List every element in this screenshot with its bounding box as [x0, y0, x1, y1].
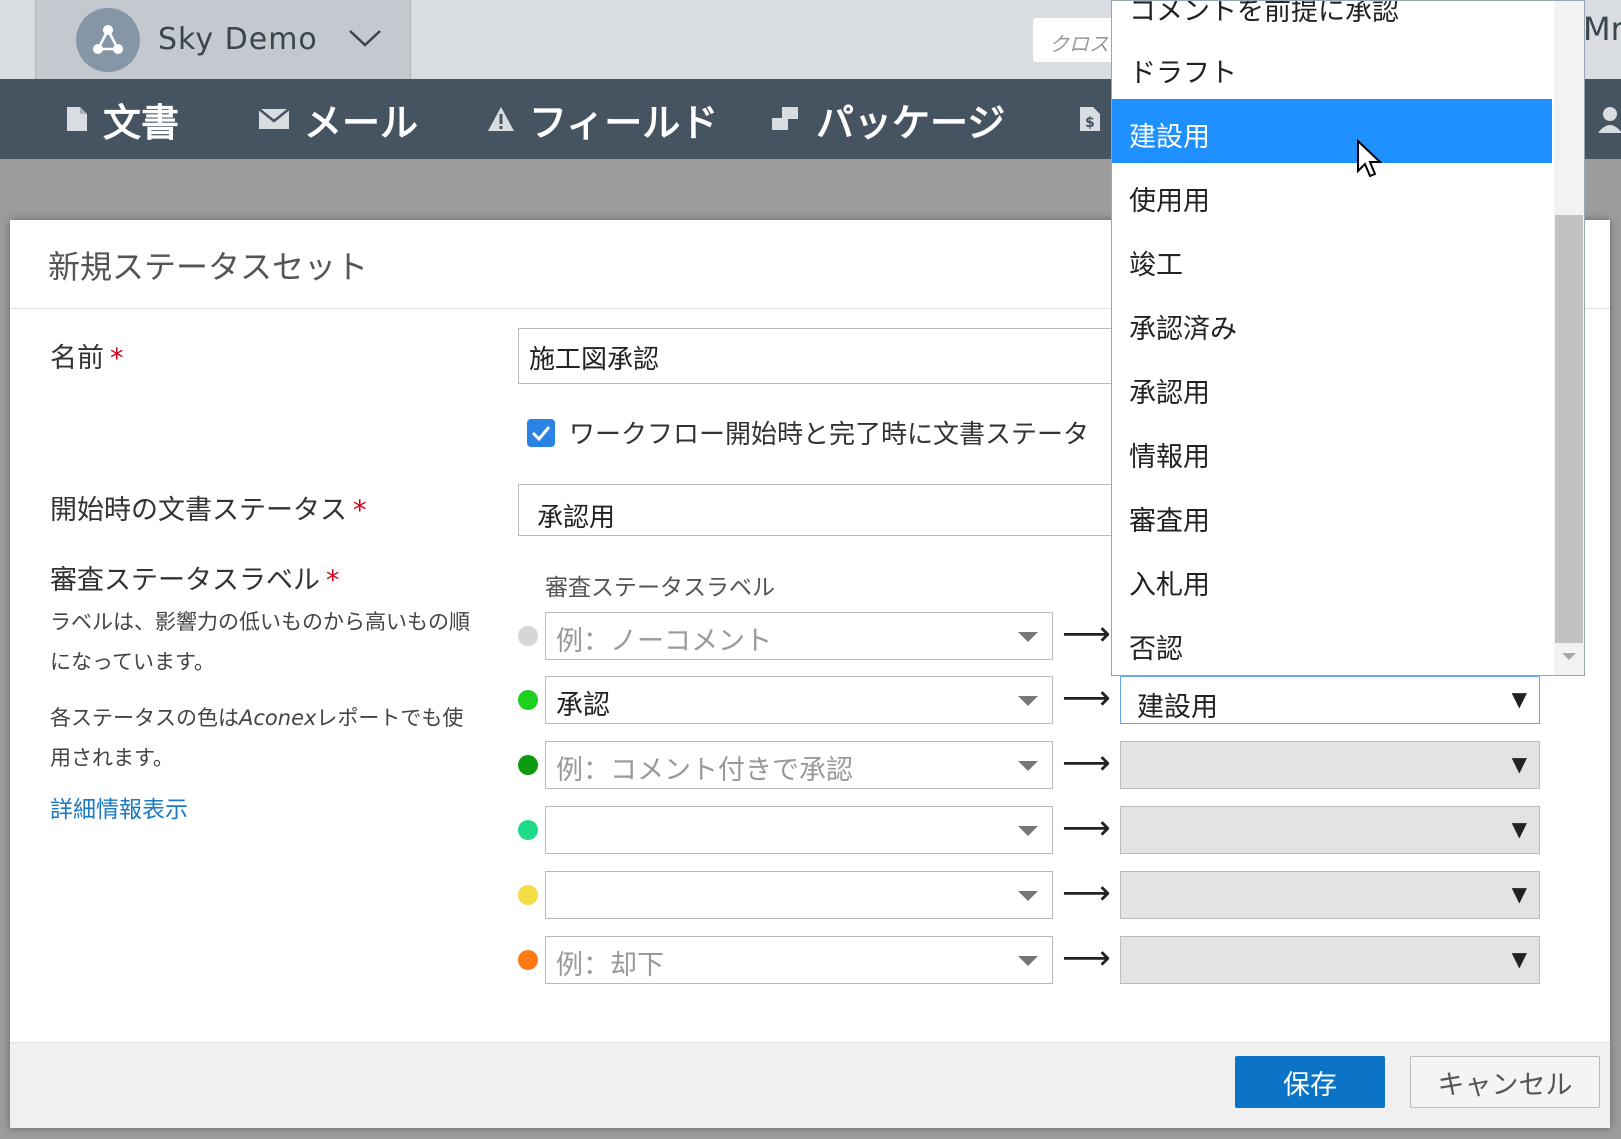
caret-down-icon — [1018, 826, 1038, 836]
dropdown-option-selected[interactable]: 建設用 — [1112, 99, 1552, 163]
arrow-right-icon: ⟶ — [1062, 614, 1111, 654]
workflow-status-checkbox-row[interactable]: ワークフロー開始時と完了時に文書ステータ — [527, 414, 1089, 451]
caret-down-icon — [1018, 632, 1038, 642]
start-status-label: 開始時の文書ステータス * — [50, 495, 367, 526]
triangle-down-icon: ▼ — [1511, 947, 1527, 971]
caret-down-icon — [1018, 891, 1038, 901]
chevron-down-icon — [348, 28, 382, 52]
document-status-select[interactable]: ▼ — [1120, 806, 1540, 854]
dropdown-option[interactable]: 承認用 — [1112, 355, 1552, 419]
required-mark: * — [326, 565, 340, 596]
status-color-dot — [518, 885, 538, 905]
nav-label: 文書 — [103, 100, 180, 145]
dialog-title: 新規ステータスセット — [48, 248, 369, 286]
warning-icon — [488, 107, 514, 131]
cost-document-icon: $ — [1080, 107, 1100, 131]
arrow-right-icon: ⟶ — [1062, 678, 1111, 718]
mouse-cursor-icon — [1357, 139, 1383, 178]
mail-icon — [258, 108, 290, 129]
mapping-row: ⟶ ▼ — [10, 871, 1610, 919]
user-menu[interactable]: Mr — [1583, 10, 1621, 48]
package-icon — [772, 107, 798, 130]
dropdown-option[interactable]: 情報用 — [1112, 419, 1552, 483]
required-mark: * — [353, 495, 367, 526]
review-label-select[interactable]: 承認 — [545, 676, 1053, 724]
checkbox-label: ワークフロー開始時と完了時に文書ステータ — [569, 420, 1090, 450]
cancel-button[interactable]: キャンセル — [1410, 1056, 1600, 1108]
mapping-row: ⟶ ▼ — [10, 806, 1610, 854]
document-status-dropdown-list[interactable]: コメントを前提に承認 ドラフト 建設用 使用用 竣工 承認済み 承認用 情報用 … — [1111, 0, 1585, 676]
document-status-select[interactable]: ▼ — [1120, 871, 1540, 919]
triangle-down-icon: ▼ — [1511, 687, 1527, 711]
nav-item-mail[interactable]: メール — [258, 79, 418, 159]
status-color-dot — [518, 626, 538, 646]
dropdown-option[interactable]: 入札用 — [1112, 547, 1552, 611]
mapping-row: 例：コメント付きで承認 ⟶ ▼ — [10, 741, 1610, 789]
caret-down-icon — [1018, 761, 1038, 771]
project-logo-icon — [76, 7, 140, 72]
status-color-dot — [518, 820, 538, 840]
document-status-select[interactable]: ▼ — [1120, 936, 1540, 984]
dropdown-option[interactable]: 竣工 — [1112, 227, 1552, 291]
review-status-label: 審査ステータスラベル * — [50, 565, 340, 596]
dropdown-option[interactable]: 承認済み — [1112, 291, 1552, 355]
arrow-right-icon: ⟶ — [1062, 938, 1111, 978]
mapping-row: 例：却下 ⟶ ▼ — [10, 936, 1610, 984]
status-color-dot — [518, 755, 538, 775]
dropdown-option[interactable]: 審査用 — [1112, 483, 1552, 547]
arrow-right-icon: ⟶ — [1062, 873, 1111, 913]
triangle-down-icon: ▼ — [1511, 882, 1527, 906]
svg-text:$: $ — [1085, 115, 1095, 131]
review-label-column-header: 審査ステータスラベル — [545, 575, 775, 601]
save-button[interactable]: 保存 — [1235, 1056, 1385, 1108]
document-status-select[interactable]: ▼ — [1120, 741, 1540, 789]
mapping-row: 承認 ⟶ 建設用 ▼ — [10, 676, 1610, 724]
review-label-select[interactable] — [545, 871, 1053, 919]
dropdown-scrollbar[interactable] — [1554, 1, 1584, 675]
caret-down-icon — [1018, 956, 1038, 966]
scroll-down-arrow-icon[interactable] — [1562, 653, 1576, 660]
caret-down-icon — [1018, 696, 1038, 706]
nav-label: パッケージ — [816, 100, 1006, 145]
review-label-select[interactable]: 例：却下 — [545, 936, 1053, 984]
nav-item-documents[interactable]: 文書 — [65, 79, 179, 159]
nav-label: メール — [304, 100, 419, 145]
nav-label: フィールド — [529, 100, 719, 145]
document-status-select[interactable]: 建設用 ▼ — [1120, 676, 1540, 724]
status-color-dot — [518, 950, 538, 970]
scrollbar-thumb[interactable] — [1555, 215, 1583, 643]
name-label: 名前 * — [50, 343, 124, 374]
dropdown-option[interactable]: コメントを前提に承認 — [1112, 1, 1552, 37]
review-label-select[interactable]: 例：ノーコメント — [545, 612, 1053, 660]
dropdown-option[interactable]: 使用用 — [1112, 163, 1552, 227]
user-icon[interactable] — [1598, 79, 1621, 159]
project-name: Sky Demo — [158, 22, 318, 57]
triangle-down-icon: ▼ — [1511, 817, 1527, 841]
nav-item-packages[interactable]: パッケージ — [770, 79, 1005, 159]
search-input[interactable]: クロス — [1033, 18, 1123, 62]
dropdown-option[interactable]: 否認 — [1112, 611, 1552, 675]
review-label-select[interactable]: 例：コメント付きで承認 — [545, 741, 1053, 789]
required-mark: * — [110, 343, 124, 374]
document-icon — [67, 107, 87, 131]
nav-item-field[interactable]: フィールド — [487, 79, 718, 159]
triangle-down-icon: ▼ — [1511, 752, 1527, 776]
arrow-right-icon: ⟶ — [1062, 808, 1111, 848]
checkbox-checked-icon[interactable] — [527, 418, 555, 447]
arrow-right-icon: ⟶ — [1062, 743, 1111, 783]
project-switcher[interactable]: Sky Demo — [35, 0, 411, 79]
status-color-dot — [518, 690, 538, 710]
dropdown-option[interactable]: ドラフト — [1112, 35, 1552, 99]
review-label-select[interactable] — [545, 806, 1053, 854]
